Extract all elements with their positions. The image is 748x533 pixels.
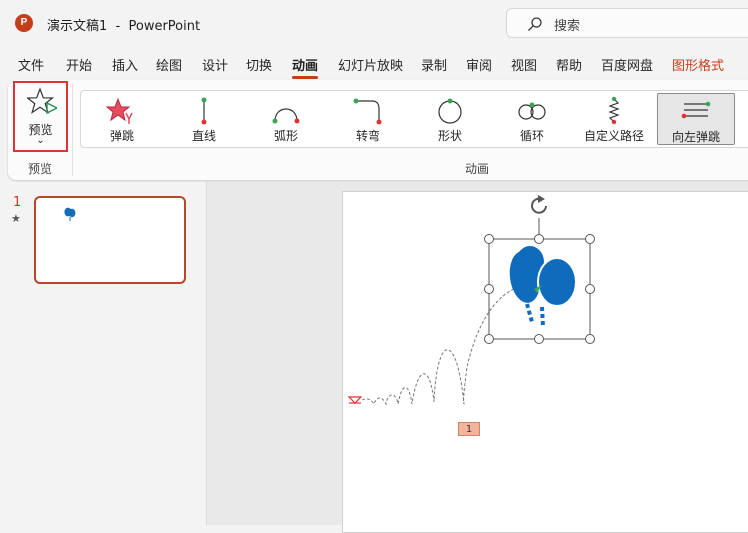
- workspace: 1 ★ 1: [0, 182, 748, 533]
- effect-label: 转弯: [355, 129, 380, 143]
- tab-view[interactable]: 视图: [511, 55, 537, 74]
- loop-path-icon: [518, 102, 546, 120]
- line-path-icon: [201, 97, 207, 125]
- tab-transitions[interactable]: 切换: [246, 55, 272, 74]
- preview-button[interactable]: 预览 ⌄: [13, 81, 68, 152]
- slide-thumbnail-pane: 1 ★: [0, 182, 207, 525]
- search-icon: [528, 17, 542, 31]
- effect-shape-path[interactable]: 形状: [411, 93, 489, 145]
- motion-path: [361, 283, 539, 406]
- effect-custom-path[interactable]: 自定义路径: [575, 93, 653, 145]
- effect-label: 循环: [519, 129, 544, 143]
- tab-help[interactable]: 帮助: [556, 55, 582, 74]
- animation-order-badge[interactable]: 1: [458, 422, 480, 436]
- effect-line-path[interactable]: 直线: [165, 93, 243, 145]
- path-end-marker: [347, 396, 363, 404]
- custom-path-icon: [608, 96, 620, 125]
- ribbon-tabs: 文件 开始 插入 绘图 设计 切换 动画 幻灯片放映 录制 审阅 视图 帮助 百…: [0, 50, 748, 79]
- tab-animations[interactable]: 动画: [292, 55, 319, 79]
- animation-star-icon: ★: [11, 212, 21, 225]
- effect-label: 形状: [437, 129, 462, 143]
- effect-arc-path[interactable]: 弧形: [247, 93, 325, 145]
- tab-insert[interactable]: 插入: [112, 55, 138, 74]
- balloons-icon: [509, 246, 577, 328]
- arc-path-icon: [272, 108, 300, 124]
- tab-record[interactable]: 录制: [421, 55, 447, 74]
- group-label-animation: 动画: [465, 162, 490, 176]
- tab-shape-format[interactable]: 图形格式: [672, 55, 724, 74]
- bounce-star-icon: [105, 97, 133, 124]
- search-input[interactable]: 搜索: [506, 8, 748, 38]
- tab-design[interactable]: 设计: [202, 55, 228, 74]
- title-bar: P 演示文稿1 - PowerPoint 搜索: [0, 0, 748, 46]
- effect-label: 弹跳: [109, 129, 134, 143]
- preview-star-icon: [27, 87, 57, 115]
- tab-home[interactable]: 开始: [66, 55, 92, 74]
- effect-label: 直线: [191, 129, 216, 143]
- chevron-down-icon[interactable]: ⌄: [15, 136, 66, 146]
- effect-label: 弧形: [273, 129, 298, 143]
- bounce-left-icon: [681, 101, 711, 119]
- effect-label: 自定义路径: [583, 129, 644, 143]
- tab-draw[interactable]: 绘图: [156, 55, 182, 74]
- search-placeholder: 搜索: [554, 19, 581, 34]
- group-separator: [72, 84, 73, 176]
- balloons-thumbnail-icon: [64, 207, 76, 221]
- effect-loop-path[interactable]: 循环: [493, 93, 571, 145]
- ribbon-animations: 预览 ⌄ 预览 弹跳 直线 弧形 转弯 形状 循环 自定义路径 向左弹跳 动画: [8, 80, 748, 180]
- effect-bounce[interactable]: 弹跳: [83, 93, 161, 145]
- effect-label: 向左弹跳: [671, 130, 720, 144]
- effect-turn-path[interactable]: 转弯: [329, 93, 407, 145]
- tab-review[interactable]: 审阅: [466, 55, 492, 74]
- animation-path-overlay: [347, 195, 595, 406]
- tab-baidu-netdisk[interactable]: 百度网盘: [601, 55, 653, 74]
- rotate-handle-icon: [531, 195, 547, 214]
- slide-number: 1: [13, 195, 22, 210]
- tab-file[interactable]: 文件: [18, 55, 44, 74]
- effect-bounce-left[interactable]: 向左弹跳: [657, 93, 735, 145]
- animation-gallery: 弹跳 直线 弧形 转弯 形状 循环 自定义路径 向左弹跳: [80, 90, 748, 148]
- turn-path-icon: [353, 98, 382, 125]
- powerpoint-logo-icon: P: [15, 14, 33, 32]
- tab-slideshow[interactable]: 幻灯片放映: [338, 55, 403, 74]
- slide-thumbnail[interactable]: [34, 196, 186, 284]
- group-label-preview: 预览: [28, 162, 53, 176]
- window-title: 演示文稿1 - PowerPoint: [47, 19, 201, 34]
- shape-path-icon: [438, 98, 462, 124]
